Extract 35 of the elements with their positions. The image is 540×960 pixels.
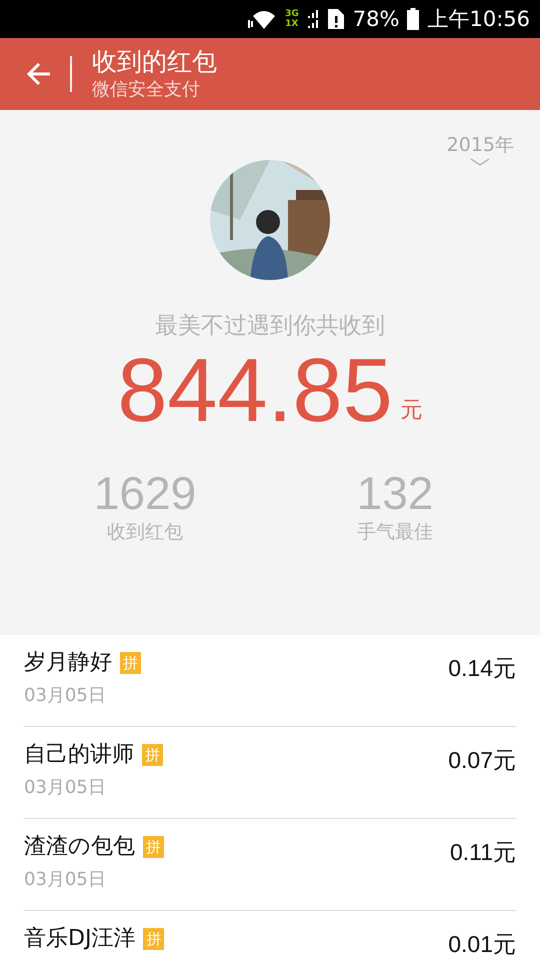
- currency-unit: 元: [400, 397, 423, 425]
- record-amount: 0.01元: [448, 930, 516, 959]
- group-tag: 拼: [142, 744, 163, 766]
- back-arrow-icon: [26, 62, 52, 86]
- page-subtitle: 微信安全支付: [92, 78, 201, 102]
- record-date: 03月05日: [24, 868, 107, 891]
- battery-icon: [407, 8, 420, 30]
- network-label: 3G: [285, 9, 299, 19]
- stat-label: 收到红包: [107, 520, 183, 545]
- sender-name: 渣渣の包包: [24, 833, 135, 861]
- wifi-icon: [247, 8, 278, 30]
- sim-warning-icon: [326, 8, 345, 30]
- sender-name: 音乐DJ汪洋: [24, 925, 136, 953]
- record-amount: 0.07元: [448, 746, 516, 775]
- signal-icon: [306, 9, 319, 29]
- stat-value: 1629: [94, 467, 196, 519]
- record-amount: 0.11元: [450, 838, 516, 867]
- page-title: 收到的红包: [92, 46, 217, 78]
- clock: 上午10:56: [427, 6, 530, 33]
- group-tag: 拼: [120, 652, 141, 674]
- year-selector[interactable]: 2015年: [446, 132, 514, 166]
- stat-label: 手气最佳: [357, 520, 433, 545]
- group-tag: 拼: [143, 928, 164, 950]
- battery-percent: 78%: [352, 7, 400, 31]
- stat-value: 132: [356, 467, 434, 519]
- record-date: 03月05日: [24, 684, 107, 707]
- total-amount: 844.85: [117, 341, 393, 441]
- record-date: 03月05日: [24, 776, 107, 799]
- chevron-down-icon: [470, 158, 490, 166]
- network-label: 1X: [285, 19, 299, 29]
- group-tag: 拼: [143, 836, 164, 858]
- record-amount: 0.14元: [448, 654, 516, 683]
- sender-name: 自己的讲师: [24, 741, 134, 769]
- total-caption: 最美不过遇到你共收到: [155, 312, 385, 341]
- sender-name: 岁月静好: [24, 649, 112, 677]
